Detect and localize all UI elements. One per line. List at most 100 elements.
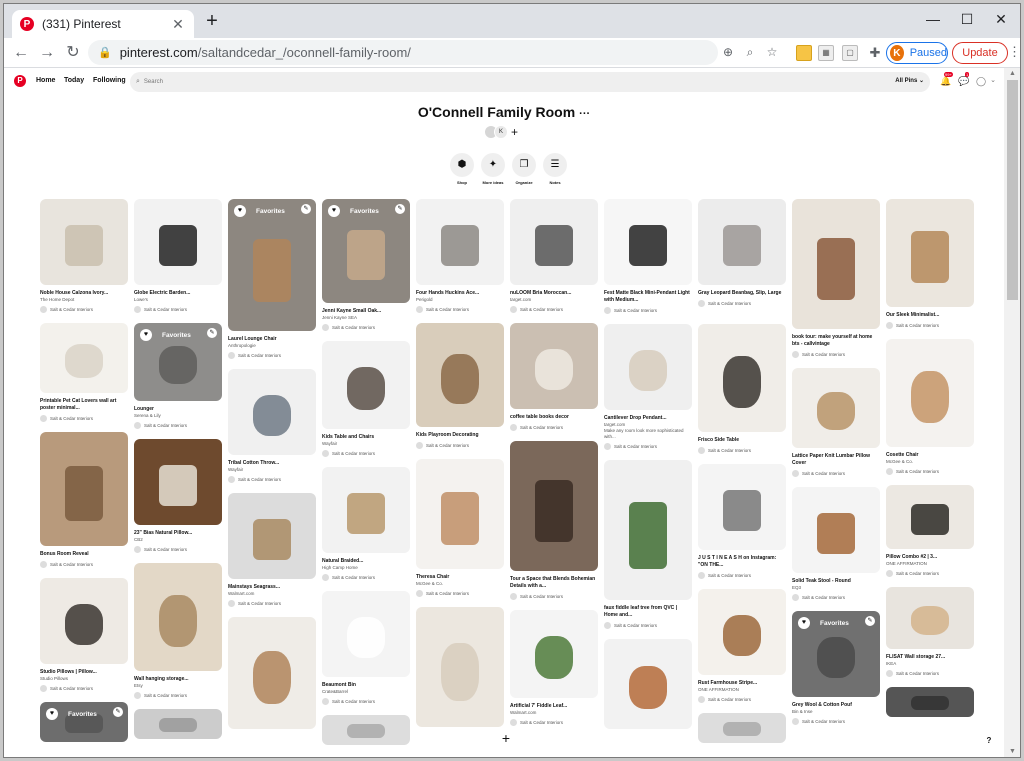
pin-card[interactable]: Wall hanging storage... Etsy Salt & Cedar … (134, 563, 222, 699)
heart-icon[interactable]: ♥ (46, 708, 58, 720)
pin-card[interactable]: Tribal Cotton Throw... Wayfair Salt & Ceda… (228, 369, 316, 483)
nav-following[interactable]: Following (93, 77, 126, 84)
pin-image[interactable] (510, 199, 598, 285)
pin-title[interactable]: Theresa Chair (416, 574, 504, 581)
pin-title[interactable]: Cosette Chair (886, 452, 974, 459)
pin-card[interactable] (886, 687, 974, 717)
pin-card[interactable]: Printable Pet Cat Lovers wall art poster… (40, 323, 128, 422)
pin-image[interactable] (40, 199, 128, 285)
pin-saver[interactable]: Salt & Cedar Interiors (510, 719, 598, 726)
pin-card[interactable]: Frisco Side Table Salt & Cedar Interiors (698, 324, 786, 454)
pin-card[interactable]: Kids Table and Chairs Wayfair Salt & Cedar… (322, 341, 410, 457)
pin-card[interactable]: ♥ Favorites ✎ Lounger Serena & Lily Salt & Ce… (134, 323, 222, 429)
pin-image[interactable] (698, 713, 786, 743)
pin-title[interactable]: faux fiddle leaf tree from QVC | Home an… (604, 605, 692, 619)
close-window-icon[interactable]: ✕ (984, 8, 1018, 30)
pin-title[interactable]: Pillow Combo #2 | 3... (886, 554, 974, 561)
pin-image[interactable] (322, 715, 410, 745)
edit-pencil-icon[interactable]: ✎ (301, 204, 311, 214)
board-more-icon[interactable]: ··· (579, 108, 590, 120)
pin-saver[interactable]: Salt & Cedar Interiors (510, 306, 598, 313)
add-collaborator-icon[interactable]: + (511, 125, 518, 139)
pin-card[interactable]: Noble House Calzona Ivory... The Home Dep… (40, 199, 128, 313)
pin-card[interactable]: Kids Playroom Decorating Salt & Cedar Int… (416, 323, 504, 449)
pin-card[interactable]: ♥ Favorites ✎ Grey Wool & Cotton Pouf Bin & … (792, 611, 880, 725)
pin-title[interactable]: Four Hands Huckins Ace... (416, 290, 504, 297)
pin-image[interactable] (40, 578, 128, 664)
tool-organize[interactable]: ❐ Organize (510, 153, 538, 185)
pin-image[interactable] (792, 199, 880, 329)
notifications-bell-icon[interactable]: 🔔 (940, 76, 951, 86)
reload-icon[interactable]: ↻ (62, 42, 84, 64)
pin-card[interactable]: J U S T I N E A S H on Instagram: "ON TH… (698, 464, 786, 579)
pin-saver[interactable]: Salt & Cedar Interiors (698, 447, 786, 454)
help-icon[interactable]: ? (982, 734, 996, 748)
pin-card[interactable]: Mainstays Seagrass... Walmart.com Salt & C… (228, 493, 316, 607)
pin-title[interactable]: Jenni Kayne Small Oak... (322, 308, 410, 315)
pin-saver[interactable]: Salt & Cedar Interiors (228, 476, 316, 483)
pin-card[interactable]: Tour a Space that Blends Bohemian Detail… (510, 441, 598, 600)
create-pin-plus-icon[interactable]: + (498, 730, 514, 746)
pin-saver[interactable]: Salt & Cedar Interiors (698, 572, 786, 579)
pin-image[interactable] (322, 467, 410, 553)
pin-image[interactable] (604, 324, 692, 410)
heart-icon[interactable]: ♥ (140, 329, 152, 341)
pin-image[interactable]: ♥ Favorites ✎ (228, 199, 316, 331)
pin-image[interactable] (228, 369, 316, 455)
pin-image[interactable] (416, 199, 504, 285)
pin-image[interactable] (510, 610, 598, 698)
pin-title[interactable]: Mainstays Seagrass... (228, 584, 316, 591)
extension-icon[interactable]: ▢ (842, 45, 858, 61)
profile-paused-button[interactable]: K Paused (886, 42, 948, 64)
pin-saver[interactable]: Salt & Cedar Interiors (322, 324, 410, 331)
tool-more-ideas[interactable]: ✦ More ideas (479, 153, 507, 185)
pin-image[interactable]: ♥ Favorites ✎ (40, 702, 128, 742)
pin-image[interactable] (228, 493, 316, 579)
pin-card[interactable]: Beaumont Bin Crate&Barrel Salt & Cedar Int… (322, 591, 410, 705)
pin-image[interactable] (134, 199, 222, 285)
tool-notes[interactable]: ☰ Notes (541, 153, 569, 185)
pin-image[interactable] (698, 464, 786, 550)
pin-saver[interactable]: Salt & Cedar Interiors (792, 718, 880, 725)
pin-saver[interactable]: Salt & Cedar Interiors (698, 300, 786, 307)
pin-title[interactable]: Studio Pillows | Pillow... (40, 669, 128, 676)
pin-card[interactable]: Artificial 7' Fiddle Leaf... Walmart.com S… (510, 610, 598, 726)
pin-saver[interactable]: Salt & Cedar Interiors (510, 424, 598, 431)
profile-avatar-icon[interactable]: ◯ (976, 76, 986, 86)
pin-card[interactable] (604, 639, 692, 729)
scroll-thumb[interactable] (1007, 80, 1018, 300)
pin-image[interactable] (134, 563, 222, 671)
pin-title[interactable]: Rust Farmhouse Stripe... (698, 680, 786, 687)
close-tab-icon[interactable]: ✕ (170, 16, 186, 33)
pin-title[interactable]: Beaumont Bin (322, 682, 410, 689)
pin-saver[interactable]: Salt & Cedar Interiors (510, 593, 598, 600)
pin-title[interactable]: Laurel Lounge Chair (228, 336, 316, 343)
update-button[interactable]: Update (952, 42, 1008, 64)
pin-image[interactable] (886, 485, 974, 549)
pin-image[interactable] (604, 460, 692, 600)
pin-saver[interactable]: Salt & Cedar Interiors (40, 561, 128, 568)
pin-saver[interactable]: Salt & Cedar Interiors (322, 450, 410, 457)
pin-image[interactable] (792, 368, 880, 448)
pin-card[interactable]: Globe Electric Barden... Lowe's Salt & Ced… (134, 199, 222, 313)
pin-image[interactable] (134, 709, 222, 739)
pin-saver[interactable]: Salt & Cedar Interiors (886, 322, 974, 329)
pin-title[interactable]: J U S T I N E A S H on Instagram: "ON TH… (698, 555, 786, 569)
pin-title[interactable]: Tour a Space that Blends Bohemian Detail… (510, 576, 598, 590)
pin-saver[interactable]: Salt & Cedar Interiors (792, 351, 880, 358)
pin-card[interactable]: coffee table books decor Salt & Cedar Int… (510, 323, 598, 431)
page-scrollbar[interactable]: ▲ ▼ (1004, 68, 1020, 757)
account-chevron-down-icon[interactable]: ⌄ (988, 76, 998, 86)
pin-title[interactable]: FLISAT Wall storage 27... (886, 654, 974, 661)
edit-pencil-icon[interactable]: ✎ (865, 616, 875, 626)
pin-card[interactable]: ♥ Favorites ✎ Jenni Kayne Small Oak... Jenni… (322, 199, 410, 331)
pin-saver[interactable]: Salt & Cedar Interiors (886, 468, 974, 475)
extensions-puzzle-icon[interactable]: ✚ (864, 42, 886, 64)
pin-saver[interactable]: Salt & Cedar Interiors (886, 670, 974, 677)
pin-title[interactable]: Grey Wool & Cotton Pouf (792, 702, 880, 709)
pin-card[interactable]: Natural Braided... High Camp Home Salt & C… (322, 467, 410, 581)
pin-title[interactable]: book tour: make yourself at home bts - c… (792, 334, 880, 348)
pin-image[interactable] (886, 199, 974, 307)
pin-saver[interactable]: Salt & Cedar Interiors (322, 574, 410, 581)
pin-title[interactable]: Artificial 7' Fiddle Leaf... (510, 703, 598, 710)
